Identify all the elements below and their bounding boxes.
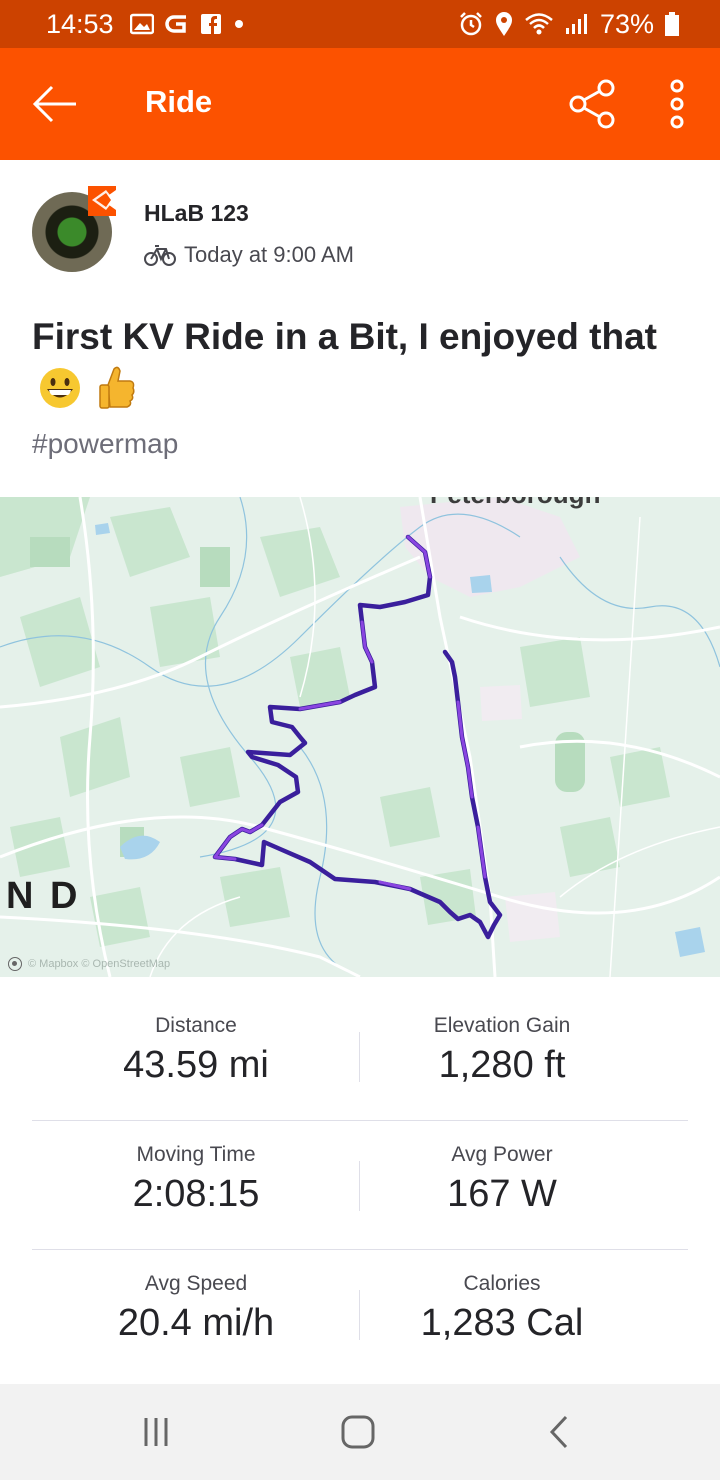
mapbox-logo-icon [8,957,22,971]
notification-dot-icon [232,17,246,31]
stat-value: 167 W [447,1173,557,1215]
stat-label: Elevation Gain [433,1014,571,1037]
stat-row: Moving Time 2:08:15 Avg Power 167 W [32,1121,688,1250]
subscriber-badge-icon [88,186,116,216]
activity-title: First KV Ride in a Bit, I enjoyed that [32,308,688,427]
stat-calories: Calories 1,283 Cal [310,1250,694,1345]
map-place-label-left: N D [6,875,81,917]
location-icon [494,11,514,37]
home-icon [341,1415,375,1449]
status-bar: 14:53 73% [0,0,720,48]
signal-icon [564,12,590,36]
stat-row: Avg Speed 20.4 mi/h Calories 1,283 Cal [32,1250,688,1379]
bike-icon [144,245,176,266]
app-bar: Ride [0,48,720,160]
activity-time: Today at 9:00 AM [184,242,354,267]
recent-apps-icon [144,1418,168,1446]
chevron-left-icon [549,1415,568,1449]
map-canvas: Peterborough [0,497,720,977]
status-time: 14:53 [46,8,114,39]
home-button[interactable] [338,1414,378,1450]
page-title: Ride [145,84,213,119]
gallery-icon [129,13,154,35]
thumbs-up-icon [98,365,136,427]
stats-grid: Distance 43.59 mi Elevation Gain 1,280 f… [32,992,688,1379]
more-options-button[interactable] [662,76,692,132]
stat-label: Calories [463,1272,541,1295]
route-map[interactable]: Peterborough N D © Mapbox © OpenStreetMa… [0,497,720,977]
share-icon [569,79,615,129]
stat-label: Avg Power [451,1143,553,1166]
battery-icon [664,11,680,37]
hashtag[interactable]: #powermap [32,428,178,460]
g-app-icon [164,13,190,35]
athlete-header: HLaB 123 Today at 9:00 AM [32,186,692,286]
stat-value: 1,283 Cal [420,1302,584,1344]
stat-row: Distance 43.59 mi Elevation Gain 1,280 f… [32,992,688,1121]
stat-elevation-gain: Elevation Gain 1,280 ft [310,992,694,1087]
battery-percent: 73% [599,8,654,39]
map-attribution[interactable]: © Mapbox © OpenStreetMap [8,957,170,971]
system-back-button[interactable] [540,1414,580,1450]
map-attribution-text: © Mapbox © OpenStreetMap [28,958,171,970]
system-nav-bar [0,1384,720,1480]
stat-avg-power: Avg Power 167 W [310,1121,694,1216]
athlete-name[interactable]: HLaB 123 [144,200,249,227]
facebook-icon [200,13,222,35]
map-place-label-top: Peterborough [430,497,600,509]
activity-meta: Today at 9:00 AM [144,242,354,268]
wifi-icon [524,12,554,36]
share-button[interactable] [568,78,618,130]
grinning-face-icon [38,366,82,426]
alarm-icon [458,11,484,37]
back-button[interactable] [30,82,80,126]
stat-value: 1,280 ft [438,1044,566,1086]
back-arrow-icon [32,85,76,123]
recent-apps-button[interactable] [138,1414,178,1450]
more-vertical-icon [670,79,684,129]
activity-title-text: First KV Ride in a Bit, I enjoyed that [32,316,657,357]
